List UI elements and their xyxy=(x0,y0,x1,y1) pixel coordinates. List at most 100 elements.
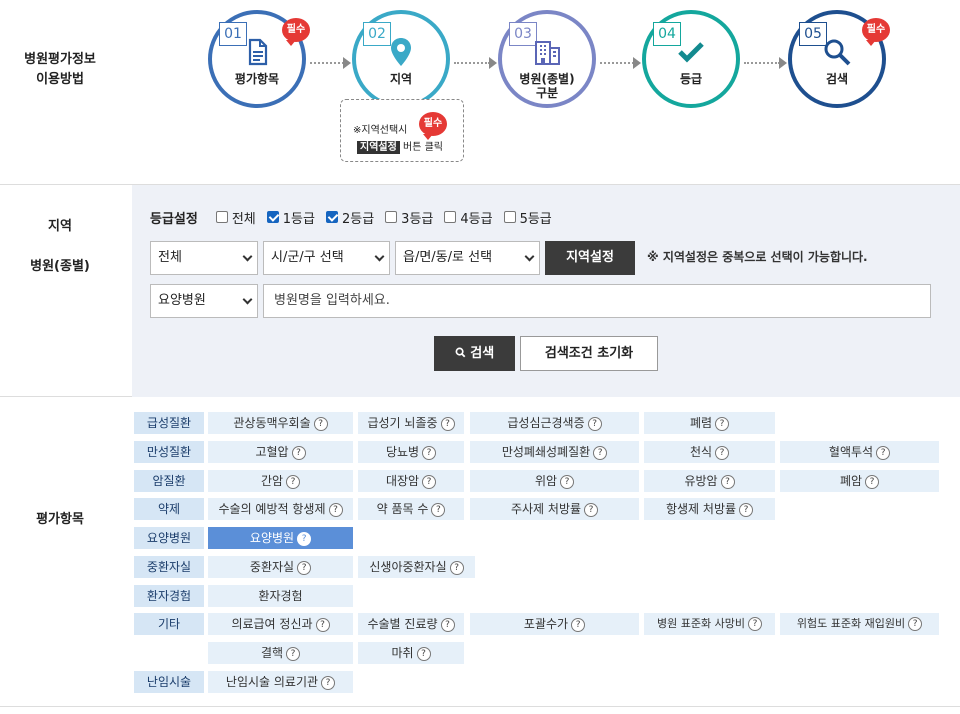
grade-1-checkbox[interactable]: 1등급 xyxy=(266,208,315,227)
category-cancer[interactable]: 암질환 xyxy=(134,470,204,492)
hospital-type-select[interactable]: 요양병원 xyxy=(150,284,258,318)
category-chronic[interactable]: 만성질환 xyxy=(134,441,204,463)
item-label: 결핵 xyxy=(260,646,284,660)
help-icon[interactable]: ? xyxy=(571,617,586,632)
item-surgery-volume[interactable]: 수술별 진료량? xyxy=(358,613,464,635)
item-anesthesia[interactable]: 마취? xyxy=(358,642,464,664)
help-icon[interactable]: ? xyxy=(908,617,923,631)
item-copd[interactable]: 만성폐쇄성폐질환? xyxy=(470,441,639,463)
checkbox-box[interactable] xyxy=(503,211,516,223)
category-medication[interactable]: 약제 xyxy=(134,498,204,520)
item-readmission[interactable]: 위험도 표준화 재입원비? xyxy=(780,613,939,635)
item-drug-count[interactable]: 약 품목 수? xyxy=(358,498,464,520)
checkbox-label: 전체 xyxy=(231,211,256,227)
item-breast-cancer[interactable]: 유방암? xyxy=(644,470,775,492)
item-diabetes[interactable]: 당뇨병? xyxy=(358,441,464,463)
sigungu-select[interactable]: 시/군/구 선택 xyxy=(263,241,390,275)
category-icu[interactable]: 중환자실 xyxy=(134,556,204,578)
item-nicu[interactable]: 신생아중환자실? xyxy=(358,556,475,578)
category-nursing-hospital[interactable]: 요양병원 xyxy=(134,527,204,549)
help-icon[interactable]: ? xyxy=(587,416,602,431)
help-icon[interactable]: ? xyxy=(422,474,437,489)
reset-button[interactable]: 검색조건 초기화 xyxy=(520,336,658,371)
checkbox-box[interactable] xyxy=(444,211,457,223)
item-lung-cancer[interactable]: 폐암? xyxy=(780,470,939,492)
item-ami[interactable]: 급성심근경색증? xyxy=(470,412,639,434)
help-icon[interactable]: ? xyxy=(560,474,575,489)
item-label: 천식 xyxy=(689,445,713,459)
item-injection-rate[interactable]: 주사제 처방률? xyxy=(470,498,639,520)
help-icon[interactable]: ? xyxy=(286,474,301,489)
help-icon[interactable]: ? xyxy=(715,416,730,431)
search-button[interactable]: 검색 xyxy=(434,336,515,371)
help-icon[interactable]: ? xyxy=(313,416,328,431)
checkbox-box[interactable] xyxy=(385,211,398,223)
item-icu[interactable]: 중환자실? xyxy=(208,556,353,578)
help-icon[interactable]: ? xyxy=(297,531,312,546)
item-prophylactic-antibiotics[interactable]: 수술의 예방적 항생제? xyxy=(208,498,353,520)
help-icon[interactable]: ? xyxy=(286,646,301,661)
help-icon[interactable]: ? xyxy=(422,445,437,460)
category-other[interactable]: 기타 xyxy=(134,613,204,635)
help-icon[interactable]: ? xyxy=(416,646,431,661)
item-infertility-clinic[interactable]: 난임시술 의료기관? xyxy=(208,671,353,693)
help-icon[interactable]: ? xyxy=(328,502,343,517)
checkbox-box[interactable] xyxy=(266,211,279,223)
grade-4-checkbox[interactable]: 4등급 xyxy=(444,208,493,227)
step-label: 지역 xyxy=(389,72,413,86)
item-label: 유방암 xyxy=(684,474,718,488)
item-colon-cancer[interactable]: 대장암? xyxy=(358,470,464,492)
chevron-down-icon xyxy=(242,251,253,262)
help-icon[interactable]: ? xyxy=(865,474,880,489)
help-icon[interactable]: ? xyxy=(321,675,336,690)
item-pneumonia[interactable]: 폐렴? xyxy=(644,412,775,434)
category-infertility[interactable]: 난임시술 xyxy=(134,671,204,693)
item-antibiotic-rate[interactable]: 항생제 처방률? xyxy=(644,498,775,520)
grade-2-checkbox[interactable]: 2등급 xyxy=(325,208,374,227)
category-patient-experience[interactable]: 환자경험 xyxy=(134,585,204,607)
item-drg[interactable]: 포괄수가? xyxy=(470,613,639,635)
checkbox-box[interactable] xyxy=(325,211,338,223)
item-hypertension[interactable]: 고혈압? xyxy=(208,441,353,463)
checkbox-box[interactable] xyxy=(215,211,228,223)
item-label: 만성폐쇄성폐질환 xyxy=(501,445,591,459)
item-cabg[interactable]: 관상동맥우회술? xyxy=(208,412,353,434)
hospital-name-input[interactable]: 병원명을 입력하세요. xyxy=(263,284,931,318)
help-icon[interactable]: ? xyxy=(720,474,735,489)
dong-select[interactable]: 읍/면/동/로 선택 xyxy=(395,241,540,275)
help-icon[interactable]: ? xyxy=(291,445,306,460)
item-asthma[interactable]: 천식? xyxy=(644,441,775,463)
help-icon[interactable]: ? xyxy=(315,617,330,632)
item-hemodialysis[interactable]: 혈액투석? xyxy=(780,441,939,463)
building-icon xyxy=(502,36,592,68)
item-tuberculosis[interactable]: 결핵? xyxy=(208,642,353,664)
help-icon[interactable]: ? xyxy=(440,617,455,632)
sido-select[interactable]: 전체 xyxy=(150,241,258,275)
item-liver-cancer[interactable]: 간암? xyxy=(208,470,353,492)
help-icon[interactable]: ? xyxy=(449,560,464,575)
step-region: 02 지역 xyxy=(352,10,450,108)
help-icon[interactable]: ? xyxy=(440,416,455,431)
item-nursing-hospital-selected[interactable]: 요양병원? xyxy=(208,527,353,549)
help-icon[interactable]: ? xyxy=(739,502,754,517)
grade-all-checkbox[interactable]: 전체 xyxy=(215,208,256,227)
item-hsmr[interactable]: 병원 표준화 사망비? xyxy=(644,613,775,635)
item-medicaid-psychiatry[interactable]: 의료급여 정신과? xyxy=(208,613,353,635)
grade-filter-row: 등급설정 전체 1등급 2등급 3등급 4등급 5등급 xyxy=(150,208,563,227)
region-set-button[interactable]: 지역설정 xyxy=(545,241,635,275)
help-icon[interactable]: ? xyxy=(876,445,891,460)
category-acute[interactable]: 급성질환 xyxy=(134,412,204,434)
item-stroke[interactable]: 급성기 뇌졸중? xyxy=(358,412,464,434)
check-icon xyxy=(646,36,736,68)
help-icon[interactable]: ? xyxy=(593,445,608,460)
item-patient-experience[interactable]: 환자경험 xyxy=(208,585,353,607)
help-icon[interactable]: ? xyxy=(747,617,762,631)
help-icon[interactable]: ? xyxy=(431,502,446,517)
search-icon xyxy=(455,347,466,358)
help-icon[interactable]: ? xyxy=(715,445,730,460)
grade-5-checkbox[interactable]: 5등급 xyxy=(503,208,552,227)
item-stomach-cancer[interactable]: 위암? xyxy=(470,470,639,492)
help-icon[interactable]: ? xyxy=(297,560,312,575)
help-icon[interactable]: ? xyxy=(584,502,599,517)
grade-3-checkbox[interactable]: 3등급 xyxy=(385,208,433,227)
